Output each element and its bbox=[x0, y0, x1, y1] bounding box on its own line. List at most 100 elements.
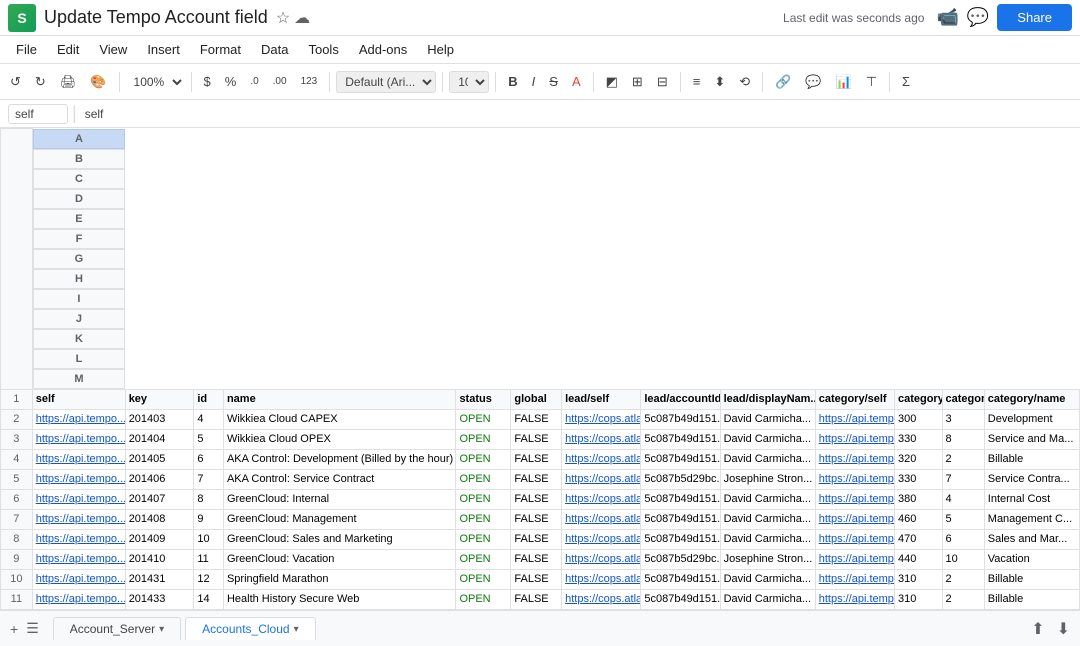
table-cell[interactable]: 7 bbox=[194, 469, 224, 489]
table-cell[interactable]: 5c087b5d29bc... bbox=[641, 609, 720, 610]
menu-view[interactable]: View bbox=[91, 40, 135, 59]
table-cell[interactable]: lead/self bbox=[562, 389, 641, 409]
table-cell[interactable]: OPEN bbox=[456, 589, 511, 609]
add-sheet-button[interactable]: + bbox=[8, 618, 20, 639]
table-cell[interactable]: 8 bbox=[942, 429, 984, 449]
table-cell[interactable]: FALSE bbox=[511, 569, 562, 589]
menu-tools[interactable]: Tools bbox=[300, 40, 346, 59]
cell-reference[interactable] bbox=[8, 104, 68, 124]
table-cell[interactable]: Development bbox=[984, 409, 1079, 429]
table-cell[interactable]: name bbox=[223, 389, 455, 409]
table-cell[interactable]: FALSE bbox=[511, 529, 562, 549]
menu-edit[interactable]: Edit bbox=[49, 40, 87, 59]
valign-button[interactable]: ⬍ bbox=[708, 70, 731, 94]
col-header-b[interactable]: B bbox=[33, 149, 125, 169]
table-cell[interactable]: https://api.tempo... bbox=[32, 489, 125, 509]
explore-button[interactable]: ⬆ bbox=[1029, 617, 1046, 641]
table-cell[interactable]: 10 bbox=[942, 549, 984, 569]
table-cell[interactable]: 15 bbox=[194, 609, 224, 610]
table-cell[interactable]: 6 bbox=[942, 529, 984, 549]
font-family-select[interactable]: Default (Ari... bbox=[336, 71, 436, 93]
italic-button[interactable]: I bbox=[526, 70, 542, 93]
table-cell[interactable]: https://api.tempo... bbox=[32, 449, 125, 469]
col-header-l[interactable]: L bbox=[33, 349, 125, 369]
table-cell[interactable]: FALSE bbox=[511, 449, 562, 469]
table-cell[interactable]: OPEN bbox=[456, 449, 511, 469]
col-header-a[interactable]: A bbox=[33, 129, 125, 149]
format123-button[interactable]: 123 bbox=[295, 72, 324, 91]
table-cell[interactable]: 10 bbox=[194, 529, 224, 549]
table-cell[interactable]: GreenCloud: Management bbox=[223, 509, 455, 529]
table-cell[interactable]: 6 bbox=[194, 449, 224, 469]
table-cell[interactable]: 330 bbox=[894, 429, 942, 449]
table-cell[interactable]: 2 bbox=[942, 569, 984, 589]
table-cell[interactable]: David Carmicha... bbox=[720, 569, 815, 589]
sheet-tab-accounts-cloud[interactable]: Accounts_Cloud ▾ bbox=[185, 617, 315, 640]
table-cell[interactable]: Sales and Mar... bbox=[984, 529, 1079, 549]
table-row[interactable]: 3https://api.tempo...2014045Wikkiea Clou… bbox=[1, 429, 1080, 449]
table-cell[interactable]: https://cops.atla... bbox=[562, 509, 641, 529]
sheet-tab-account-server[interactable]: Account_Server ▾ bbox=[53, 617, 181, 640]
table-cell[interactable]: FALSE bbox=[511, 469, 562, 489]
table-cell[interactable]: 4 bbox=[194, 409, 224, 429]
sheet-actions-button[interactable]: ⬇ bbox=[1055, 617, 1072, 641]
doc-title[interactable]: Update Tempo Account field bbox=[44, 7, 268, 28]
table-cell[interactable]: Wikkiea Cloud CAPEX bbox=[223, 409, 455, 429]
table-row[interactable]: 1selfkeyidnamestatusgloballead/selflead/… bbox=[1, 389, 1080, 409]
table-cell[interactable]: global bbox=[511, 389, 562, 409]
col-header-f[interactable]: F bbox=[33, 229, 125, 249]
share-button[interactable]: Share bbox=[997, 4, 1072, 31]
table-cell[interactable]: 310 bbox=[894, 569, 942, 589]
table-cell[interactable]: https://api.tempo... bbox=[32, 549, 125, 569]
table-cell[interactable]: category/self bbox=[815, 389, 894, 409]
table-cell[interactable]: OPEN bbox=[456, 429, 511, 449]
table-cell[interactable]: https://api.tempo... bbox=[815, 429, 894, 449]
table-cell[interactable]: 14 bbox=[194, 589, 224, 609]
col-header-e[interactable]: E bbox=[33, 209, 125, 229]
table-cell[interactable]: category/name bbox=[984, 389, 1079, 409]
table-cell[interactable]: lead/accountId bbox=[641, 389, 720, 409]
table-cell[interactable]: https://api.tempo... bbox=[815, 569, 894, 589]
currency-button[interactable]: $ bbox=[198, 70, 217, 93]
table-cell[interactable]: https://api.tempo... bbox=[815, 549, 894, 569]
table-cell[interactable]: AKA Control: Service Contract bbox=[223, 469, 455, 489]
menu-format[interactable]: Format bbox=[192, 40, 249, 59]
table-row[interactable]: 5https://api.tempo...2014067AKA Control:… bbox=[1, 469, 1080, 489]
table-cell[interactable]: Health History Secure Web bbox=[223, 589, 455, 609]
sum-button[interactable]: Σ bbox=[896, 70, 916, 93]
table-row[interactable]: 9https://api.tempo...20141011GreenCloud:… bbox=[1, 549, 1080, 569]
chart-button[interactable]: 📊 bbox=[830, 70, 858, 94]
borders-button[interactable]: ⊞ bbox=[626, 70, 649, 94]
table-cell[interactable]: 201403 bbox=[125, 409, 194, 429]
table-cell[interactable]: 5c087b49d151... bbox=[641, 449, 720, 469]
table-cell[interactable]: 320 bbox=[894, 609, 942, 610]
table-cell[interactable]: lead/displayNam... bbox=[720, 389, 815, 409]
table-cell[interactable]: 5c087b49d151... bbox=[641, 529, 720, 549]
table-cell[interactable]: 201431 bbox=[125, 569, 194, 589]
col-header-m[interactable]: M bbox=[33, 369, 125, 389]
list-sheets-button[interactable]: ☰ bbox=[24, 618, 41, 639]
table-cell[interactable]: Billable bbox=[984, 569, 1079, 589]
table-cell[interactable]: Billable bbox=[984, 609, 1079, 610]
table-cell[interactable]: 5c087b49d151... bbox=[641, 509, 720, 529]
table-cell[interactable]: FALSE bbox=[511, 589, 562, 609]
fill-color-button[interactable]: ◩ bbox=[600, 70, 624, 94]
table-cell[interactable]: David Carmicha... bbox=[720, 429, 815, 449]
zoom-select[interactable]: 100% bbox=[126, 72, 185, 92]
table-cell[interactable]: 201408 bbox=[125, 509, 194, 529]
table-cell[interactable]: 201410 bbox=[125, 549, 194, 569]
col-header-h[interactable]: H bbox=[33, 269, 125, 289]
table-cell[interactable]: 201406 bbox=[125, 469, 194, 489]
formula-input[interactable] bbox=[81, 105, 1072, 123]
table-cell[interactable]: https://cops.atla... bbox=[562, 589, 641, 609]
table-cell[interactable]: https://cops.atla... bbox=[562, 489, 641, 509]
table-cell[interactable]: https://api.tempo... bbox=[32, 409, 125, 429]
table-cell[interactable]: https://api.tempo... bbox=[32, 429, 125, 449]
table-cell[interactable]: OPEN bbox=[456, 569, 511, 589]
col-header-c[interactable]: C bbox=[33, 169, 125, 189]
table-cell[interactable]: 380 bbox=[894, 489, 942, 509]
table-cell[interactable]: https://api.tempo... bbox=[815, 529, 894, 549]
table-cell[interactable]: OPEN bbox=[456, 609, 511, 610]
table-cell[interactable]: 201407 bbox=[125, 489, 194, 509]
font-size-select[interactable]: 10 bbox=[449, 71, 489, 93]
